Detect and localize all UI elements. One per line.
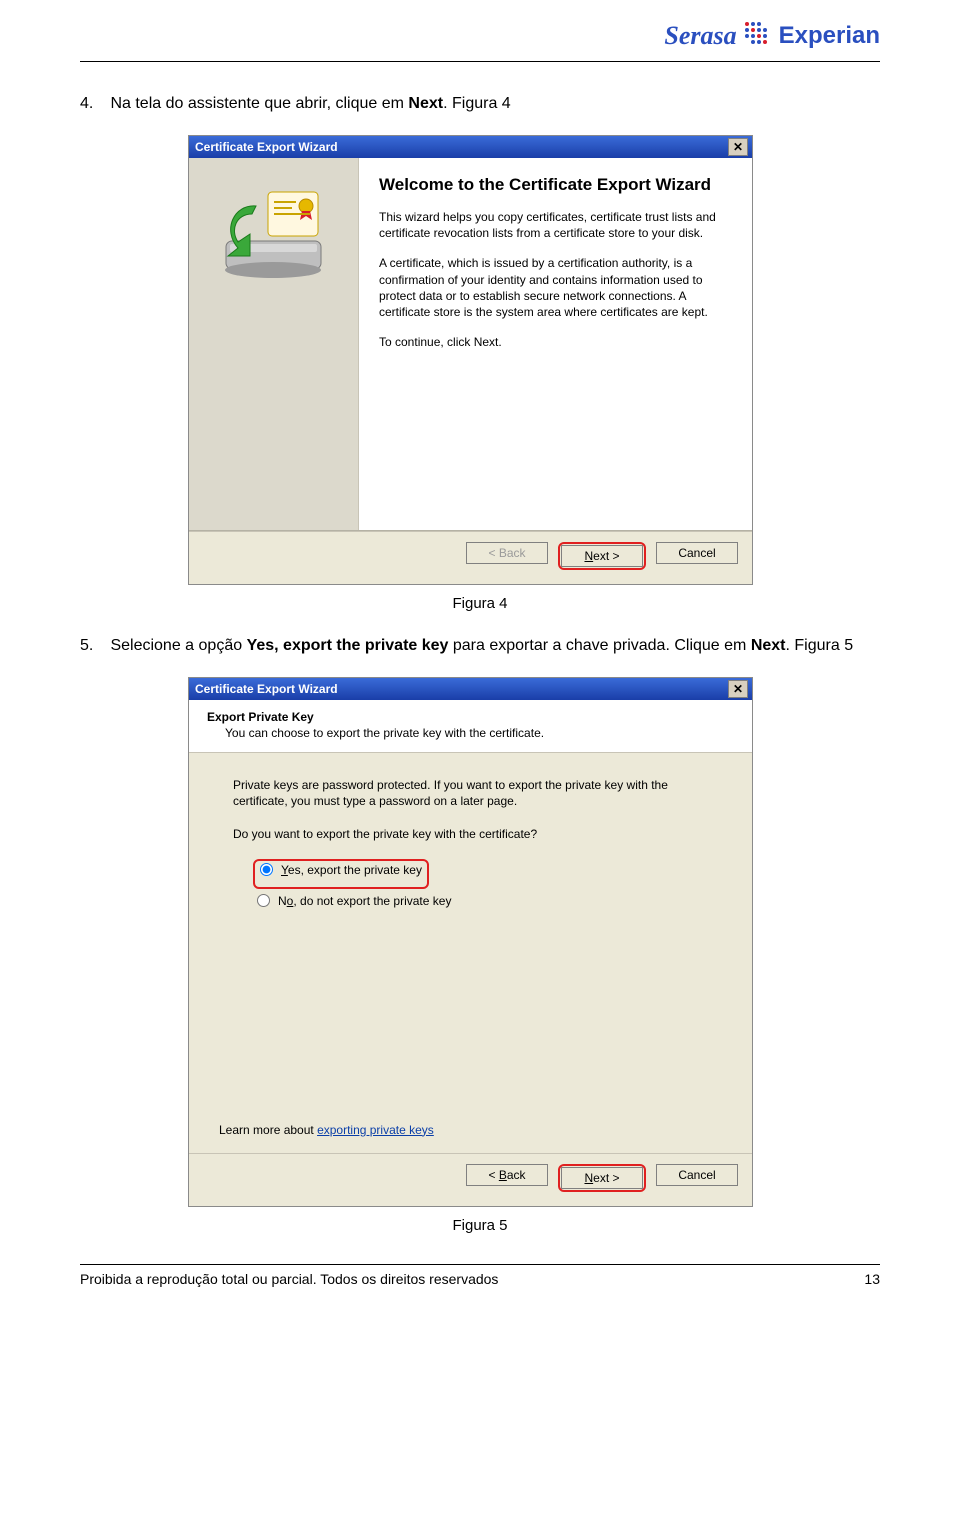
cancel-button[interactable]: Cancel — [656, 1164, 738, 1186]
logo-serasa-text: Serasa — [664, 21, 736, 51]
logo-experian-text: Experian — [779, 22, 880, 50]
step-4-text: 4. Na tela do assistente que abrir, cliq… — [80, 92, 880, 117]
next-button[interactable]: Next > — [561, 545, 643, 567]
certificate-graphic-icon — [216, 186, 331, 286]
wizard-2-footer: < Back Next > Cancel — [189, 1153, 752, 1206]
wizard-2-para-2: Do you want to export the private key wi… — [233, 826, 722, 843]
caption-figura-5: Figura 5 — [80, 1217, 880, 1234]
step-number: 5. — [80, 634, 106, 659]
wizard-2-window: Certificate Export Wizard ✕ Export Priva… — [188, 677, 753, 1207]
step-5-text: 5. Selecione a opção Yes, export the pri… — [80, 634, 880, 659]
wizard-1-title: Certificate Export Wizard — [195, 140, 338, 154]
wizard-1-para-1: This wizard helps you copy certificates,… — [379, 209, 732, 241]
footer-text: Proibida a reprodução total ou parcial. … — [80, 1271, 498, 1287]
wizard-1-sidebar — [189, 158, 359, 530]
wizard-1-para-2: A certificate, which is issued by a cert… — [379, 255, 732, 320]
wizard-1-para-3: To continue, click Next. — [379, 334, 732, 350]
next-button[interactable]: Next > — [561, 1167, 643, 1189]
wizard-2-titlebar[interactable]: Certificate Export Wizard ✕ — [189, 678, 752, 700]
wizard-2-title: Certificate Export Wizard — [195, 682, 338, 696]
radio-yes-export[interactable] — [260, 863, 273, 876]
radio-yes-label[interactable]: Yes, export the private key — [281, 863, 422, 877]
header-divider — [80, 61, 880, 62]
back-button[interactable]: < Back — [466, 542, 548, 564]
brand-logo: Serasa Experian — [80, 20, 880, 61]
page-footer: Proibida a reprodução total ou parcial. … — [80, 1264, 880, 1287]
learn-more-link[interactable]: exporting private keys — [317, 1123, 434, 1137]
learn-more: Learn more about exporting private keys — [219, 1123, 434, 1137]
wizard-1-window: Certificate Export Wizard ✕ — [188, 135, 753, 585]
page-number: 13 — [864, 1271, 880, 1287]
wizard-1-heading: Welcome to the Certificate Export Wizard — [379, 174, 732, 195]
step-number: 4. — [80, 92, 106, 117]
wizard-1-titlebar[interactable]: Certificate Export Wizard ✕ — [189, 136, 752, 158]
highlight-next-button: Next > — [558, 1164, 646, 1192]
wizard-2-para-1: Private keys are password protected. If … — [233, 777, 722, 811]
close-icon[interactable]: ✕ — [728, 680, 748, 698]
wizard-2-header-title: Export Private Key — [207, 710, 734, 724]
wizard-2-header-panel: Export Private Key You can choose to exp… — [189, 700, 752, 753]
highlight-next-button: Next > — [558, 542, 646, 570]
radio-no-export[interactable] — [257, 894, 270, 907]
highlight-yes-option: Yes, export the private key — [253, 859, 429, 889]
cancel-button[interactable]: Cancel — [656, 542, 738, 564]
close-icon[interactable]: ✕ — [728, 138, 748, 156]
wizard-1-footer: < Back Next > Cancel — [189, 531, 752, 584]
radio-no-label[interactable]: No, do not export the private key — [278, 894, 451, 908]
caption-figura-4: Figura 4 — [80, 595, 880, 612]
wizard-2-header-sub: You can choose to export the private key… — [225, 726, 734, 740]
logo-dots-icon — [743, 20, 773, 51]
back-button[interactable]: < Back — [466, 1164, 548, 1186]
